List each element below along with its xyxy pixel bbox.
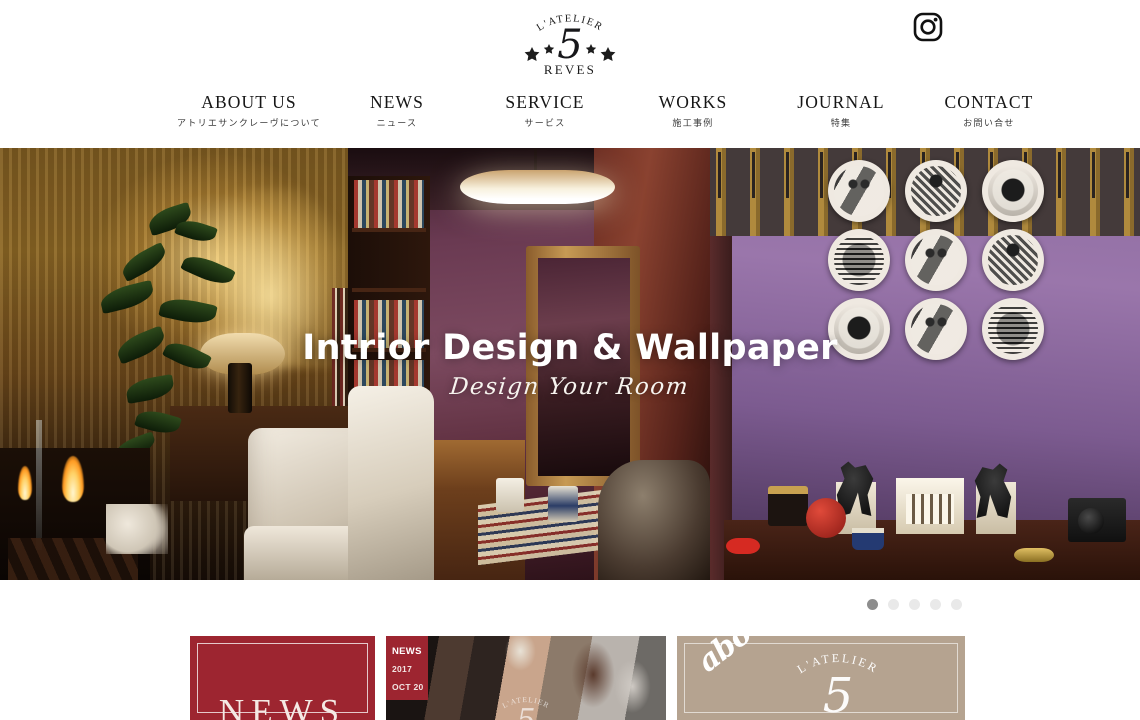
slider-dot-5[interactable] — [951, 599, 962, 610]
blue-cup — [548, 486, 578, 522]
hero-slider[interactable]: Intrior Design & Wallpaper Design Your R… — [0, 148, 1140, 580]
badge-year: 2017 — [392, 664, 413, 674]
site-header: L'ATELIER 5 REVES ABOUT US アトリエサンクレーヴについ… — [0, 0, 1140, 148]
nav-label-en: SERVICE — [505, 92, 585, 112]
armchair-cushion — [244, 526, 348, 580]
feature-cards-row: NEWS L'ATELIER 5 NEWS 20 — [190, 636, 965, 720]
nav-label-en: WORKS — [658, 92, 728, 112]
nav-item-works[interactable]: WORKS 施工事例 — [619, 92, 767, 130]
logo-watermark-icon: L'ATELIER 5 — [478, 690, 574, 720]
slider-pagination-bar — [0, 580, 1140, 632]
nav-label-jp: 施工事例 — [672, 119, 714, 129]
site-logo[interactable]: L'ATELIER 5 REVES — [505, 6, 635, 78]
white-chair — [348, 386, 434, 580]
main-navigation: ABOUT US アトリエサンクレーヴについて NEWS ニュース SERVIC… — [0, 92, 1140, 130]
hero-panel-warm-amber-living-room — [0, 148, 348, 580]
nav-item-news[interactable]: NEWS ニュース — [323, 92, 471, 130]
card-about-panel[interactable]: about L'ATELIER 5 — [677, 636, 965, 720]
nav-label-en: NEWS — [370, 92, 424, 112]
hero-panel-mauve-room-with-mirror — [348, 148, 710, 580]
fireplace-glass — [36, 420, 42, 550]
face-plate — [905, 229, 967, 291]
face-cup — [496, 478, 524, 512]
nav-label-en: JOURNAL — [797, 92, 885, 112]
nav-item-journal[interactable]: JOURNAL 特集 — [767, 92, 915, 130]
bookshelf-edge — [332, 288, 348, 413]
slider-dot-4[interactable] — [930, 599, 941, 610]
hero-slide-1 — [0, 148, 1140, 580]
face-plate — [828, 298, 890, 360]
blue-bowl — [852, 528, 884, 550]
latelier-5-reves-logo-icon: L'ATELIER 5 REVES — [524, 13, 616, 77]
potted-plant — [90, 201, 260, 468]
instagram-link[interactable] — [912, 11, 944, 43]
nav-label-jp: 特集 — [830, 119, 852, 129]
latelier-5-logo-icon: L'ATELIER 5 — [763, 650, 913, 720]
svg-text:REVES: REVES — [544, 62, 596, 77]
svg-text:5: 5 — [823, 668, 854, 720]
flower-bouquet — [106, 504, 168, 554]
nav-item-contact[interactable]: CONTACT お問い合せ — [915, 92, 1063, 130]
lips-dish — [726, 538, 760, 554]
candle-jar — [768, 486, 808, 526]
badge-category: NEWS — [392, 646, 422, 657]
feature-cards-section: NEWS L'ATELIER 5 NEWS 20 — [0, 632, 1140, 720]
card-news-article[interactable]: L'ATELIER 5 NEWS 2017 OCT 20 — [386, 636, 666, 720]
nav-label-jp: お問い合せ — [963, 119, 1015, 129]
slider-dots — [867, 599, 962, 610]
nav-item-about-us[interactable]: ABOUT US アトリエサンクレーヴについて — [175, 92, 323, 130]
nav-label-jp: アトリエサンクレーヴについて — [177, 119, 321, 129]
nav-label-en: ABOUT US — [201, 92, 297, 112]
card-news-title: NEWS — [218, 692, 347, 720]
svg-text:5: 5 — [516, 703, 535, 720]
date-badge: NEWS 2017 OCT 20 — [386, 636, 428, 700]
architectural-model — [896, 478, 964, 534]
slider-dot-2[interactable] — [888, 599, 899, 610]
nav-item-service[interactable]: SERVICE サービス — [471, 92, 619, 130]
face-plate — [828, 229, 890, 291]
nav-label-jp: サービス — [524, 119, 566, 129]
pendant-lamp — [460, 170, 615, 204]
gold-dish — [1014, 548, 1054, 562]
card-news-panel[interactable]: NEWS — [190, 636, 375, 720]
hero-panel-purple-wall-with-face-plates — [710, 148, 1140, 580]
red-sphere-ornament — [806, 498, 846, 538]
face-plate — [982, 229, 1044, 291]
plate-wall-grid — [828, 160, 1044, 360]
cushion — [598, 460, 710, 580]
mirror-glass — [538, 258, 630, 476]
slider-dot-1[interactable] — [867, 599, 878, 610]
nav-label-en: CONTACT — [944, 92, 1034, 112]
badge-day: OCT 20 — [392, 682, 424, 692]
camera — [1068, 498, 1126, 542]
face-plate — [982, 298, 1044, 360]
face-plate — [905, 298, 967, 360]
slider-dot-3[interactable] — [909, 599, 920, 610]
instagram-icon — [913, 12, 943, 42]
nav-label-jp: ニュース — [376, 119, 418, 129]
face-plate — [982, 160, 1044, 222]
face-plate — [828, 160, 890, 222]
face-plate — [905, 160, 967, 222]
